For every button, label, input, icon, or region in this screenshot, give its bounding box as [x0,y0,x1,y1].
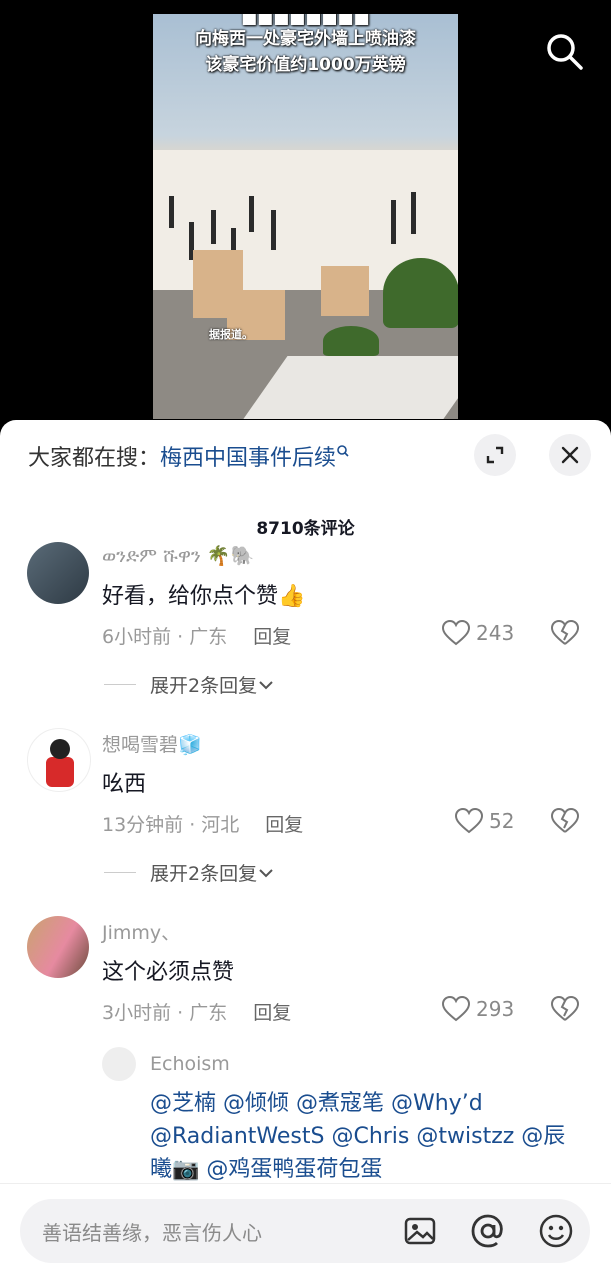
search-mini-icon [337,445,349,457]
heart-icon [442,620,470,646]
reply-button[interactable]: 回复 [253,626,291,648]
comment-text: 这个必须点赞 [102,960,235,985]
at-icon [471,1214,503,1248]
comment-meta: 13分钟前 · 河北 回复 [102,810,303,837]
stone-block [321,266,369,316]
dislike-button[interactable] [550,619,580,650]
like-button[interactable]: 243 [442,620,514,646]
comment-meta: 6小时前 · 广东 回复 [102,622,291,649]
comment-count: 8710条评论 [256,519,355,539]
search-icon [547,34,583,70]
image-icon [404,1217,436,1245]
broken-heart-icon [550,995,580,1021]
expand-icon [486,446,504,464]
comment-username[interactable]: 想喝雪碧🧊 [102,730,202,757]
video-watermark: 据报道。 [209,328,253,341]
video-frame[interactable]: ■■■■■■■■ 向梅西一处豪宅外墙上喷油漆 该豪宅价值约1000万英镑 据报道… [153,14,458,419]
chevron-down-icon [259,868,273,877]
video-caption-line1: 向梅西一处豪宅外墙上喷油漆 [195,29,416,49]
comment-time-location: 3小时前 · 广东 [102,1002,228,1024]
chevron-down-icon [259,680,273,689]
emoji-icon [539,1214,573,1248]
expand-replies[interactable]: 展开2条回复 [104,859,275,886]
plant [383,258,458,328]
comment-time-location: 6小时前 · 广东 [102,626,228,648]
search-hint-link[interactable]: 梅西中国事件后续 [160,446,336,471]
reply-button[interactable]: 回复 [265,814,303,836]
broken-heart-icon [550,807,580,833]
expand-replies[interactable]: 展开2条回复 [104,671,275,698]
reply-button[interactable]: 回复 [253,1002,291,1024]
comment-input[interactable]: 善语结善缘，恶言伤人心 [20,1199,590,1263]
expand-button[interactable] [474,434,516,476]
like-button[interactable]: 52 [455,808,514,834]
search-hint[interactable]: 大家都在搜：梅西中国事件后续 [28,440,350,472]
sub-reply-avatar[interactable] [102,1047,136,1081]
comment-input-placeholder: 善语结善缘，恶言伤人心 [42,1221,262,1245]
avatar[interactable] [27,916,89,978]
comment-text: 好看，给你点个赞👍 [102,584,306,609]
broken-heart-icon [550,619,580,645]
search-hint-label: 大家都在搜： [28,446,161,471]
video-caption-line2: 该豪宅价值约1000万英镑 [205,55,406,75]
plant [323,326,379,356]
like-count: 243 [476,621,515,645]
expand-replies-label: 展开2条回复 [150,863,258,885]
dislike-button[interactable] [550,995,580,1026]
comment-username[interactable]: Jimmy、 [102,918,180,945]
like-count: 293 [476,997,515,1021]
emoji-button[interactable] [538,1213,574,1249]
heart-icon [455,808,483,834]
avatar[interactable] [27,542,89,604]
comment-username[interactable]: ወንድም ሹዋን 🌴🐘 [102,544,254,567]
close-button[interactable] [549,434,591,476]
like-count: 52 [489,809,515,833]
like-button[interactable]: 293 [442,996,514,1022]
comment-meta: 3小时前 · 广东 回复 [102,998,291,1025]
avatar[interactable] [27,728,91,792]
search-button[interactable] [543,30,585,72]
dislike-button[interactable] [550,807,580,838]
heart-icon [442,996,470,1022]
expand-replies-label: 展开2条回复 [150,675,258,697]
mention-button[interactable] [470,1213,506,1249]
sub-reply-username[interactable]: Echoism [150,1053,230,1075]
comment-time-location: 13分钟前 · 河北 [102,814,240,836]
video-player[interactable]: ■■■■■■■■ 向梅西一处豪宅外墙上喷油漆 该豪宅价值约1000万英镑 据报道… [0,0,611,440]
close-icon [561,446,579,464]
comment-text: 吆西 [102,772,147,797]
sub-reply-mentions[interactable]: @芝楠 @倾倾 @煮寇笔 @Why’d @RadiantWestS @Chris… [150,1087,580,1186]
image-button[interactable] [402,1213,438,1249]
comment-input-bar: 善语结善缘，恶言伤人心 [0,1183,611,1281]
